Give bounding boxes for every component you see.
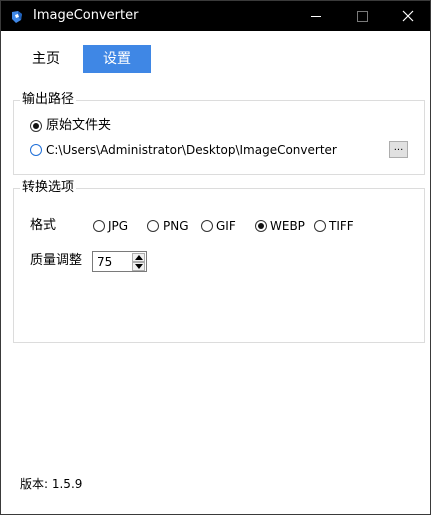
spin-up-icon[interactable] (132, 253, 145, 262)
title-bar[interactable]: ImageConverter (1, 1, 430, 31)
maximize-icon (357, 11, 368, 22)
close-icon (402, 10, 414, 22)
radio-custom-path[interactable] (30, 144, 42, 156)
format-webp-label: WEBP (270, 219, 305, 233)
maximize-button[interactable] (339, 1, 385, 31)
minimize-button[interactable] (293, 1, 339, 31)
tab-home[interactable]: 主页 (23, 45, 69, 73)
radio-format-png[interactable] (147, 220, 159, 232)
quality-value: 75 (97, 255, 113, 269)
radio-original-folder[interactable] (30, 120, 42, 132)
radio-format-gif[interactable] (201, 220, 213, 232)
convert-options-legend: 转换选项 (20, 179, 77, 197)
quality-label: 质量调整 (30, 253, 83, 268)
radio-format-jpg[interactable] (93, 220, 105, 232)
format-gif-label: GIF (216, 219, 236, 233)
close-button[interactable] (385, 1, 430, 31)
minimize-icon (311, 16, 321, 17)
original-folder-label: 原始文件夹 (46, 118, 112, 133)
quality-stepper[interactable]: 75 (92, 251, 147, 272)
format-tiff-label: TIFF (329, 219, 354, 233)
app-window: ImageConverter 主页 设置 输出路径 原始文件夹 C:\Users… (0, 0, 431, 515)
tab-settings[interactable]: 设置 (83, 45, 151, 73)
radio-format-webp[interactable] (255, 220, 267, 232)
browse-button[interactable]: ... (389, 141, 408, 158)
app-icon (10, 9, 24, 23)
spin-down-icon[interactable] (132, 262, 145, 271)
output-path-group: 输出路径 (13, 91, 425, 175)
format-label: 格式 (30, 218, 57, 233)
version-label: 版本: 1.5.9 (20, 477, 83, 491)
radio-format-tiff[interactable] (314, 220, 326, 232)
format-png-label: PNG (163, 219, 189, 233)
format-jpg-label: JPG (108, 219, 129, 233)
output-path-legend: 输出路径 (20, 91, 77, 109)
window-title: ImageConverter (33, 8, 139, 23)
custom-path-label: C:\Users\Administrator\Desktop\ImageConv… (46, 143, 337, 157)
